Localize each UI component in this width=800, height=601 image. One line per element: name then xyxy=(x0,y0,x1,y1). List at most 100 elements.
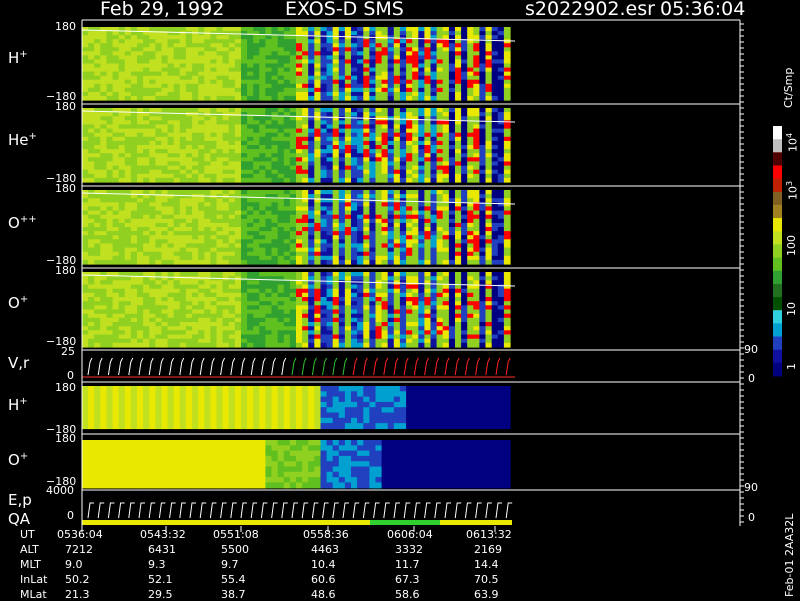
spectrogram-cell xyxy=(241,31,248,36)
spectrogram-cell xyxy=(100,259,107,265)
spectrogram-cell xyxy=(100,165,107,171)
spectrogram-cell xyxy=(124,297,132,302)
spectrogram-cell xyxy=(296,149,303,154)
spectrogram-cell xyxy=(88,231,95,236)
spectrogram-cell xyxy=(424,157,432,162)
spectrogram-cell xyxy=(344,322,352,327)
spectrogram-cell xyxy=(357,210,364,216)
spectrogram-cell xyxy=(137,251,144,257)
spectrogram-cell xyxy=(259,222,266,228)
spectrogram-cell xyxy=(455,206,462,212)
spectrogram-cell xyxy=(155,288,163,294)
spectrogram-cell xyxy=(149,222,156,228)
spectrogram-cell xyxy=(406,202,413,207)
spectrogram-cell xyxy=(289,128,297,134)
spectrogram-cell xyxy=(259,43,266,48)
spectrogram-cell xyxy=(296,108,303,113)
spectrogram-cell xyxy=(406,276,413,281)
spectrogram-cell xyxy=(485,313,493,319)
spectrogram-cell xyxy=(198,43,205,48)
spectrogram-cell xyxy=(455,222,462,228)
spectrogram-cell xyxy=(179,222,187,228)
spectrogram-cell xyxy=(253,43,260,48)
spectrogram-cell xyxy=(326,43,334,48)
spectrogram-cell xyxy=(143,47,150,52)
spectrogram-cell xyxy=(161,292,169,298)
spectrogram-cell xyxy=(185,239,193,244)
spectrogram-cell xyxy=(473,27,480,32)
spectrogram-cell xyxy=(210,301,218,306)
spectrogram-cell xyxy=(210,161,218,167)
spectrogram-cell xyxy=(320,63,328,69)
spectrogram-cell xyxy=(375,51,383,56)
spectrogram-cell xyxy=(259,140,266,146)
spectrogram-cell xyxy=(179,227,187,232)
spectrogram-cell xyxy=(314,59,321,65)
spectrogram-cell xyxy=(185,55,193,61)
spectrogram-cell xyxy=(485,235,493,240)
spectrogram-cell xyxy=(277,108,285,113)
spectrogram-cell xyxy=(497,247,505,253)
spectrogram-cell xyxy=(412,214,419,220)
spectrogram-cell xyxy=(491,206,499,212)
spectrogram-cell xyxy=(118,63,126,69)
spectrogram-cell xyxy=(503,161,511,167)
spectrogram-cell xyxy=(100,79,107,85)
spectrogram-cell xyxy=(283,47,291,52)
spectrogram-cell xyxy=(265,177,273,183)
spectrogram-cell xyxy=(137,91,144,97)
spectrogram-cell xyxy=(503,91,511,97)
spectrogram-cell xyxy=(289,202,297,207)
spectrogram-cell xyxy=(185,75,193,81)
spectrogram-cell xyxy=(418,251,425,257)
spectrogram-cell xyxy=(344,153,352,158)
spectrogram-cell xyxy=(259,83,266,89)
spectrogram-cell xyxy=(210,251,218,257)
spectrogram-cell xyxy=(283,243,291,249)
spectrogram-cell xyxy=(296,305,303,311)
spectrogram-cell xyxy=(375,39,383,44)
spectrogram-cell xyxy=(326,342,334,348)
spectrogram-cell xyxy=(406,177,413,183)
spectrogram-cell xyxy=(363,214,370,220)
spectrogram-cell xyxy=(448,330,456,336)
spectrogram-cell xyxy=(283,206,291,212)
spectrogram-cell xyxy=(137,214,144,220)
spectrogram-cell xyxy=(302,313,309,319)
spectrogram-cell xyxy=(399,342,407,348)
spectrogram-cell xyxy=(106,55,114,61)
spectrogram-cell xyxy=(216,161,224,167)
spectrogram-cell xyxy=(418,91,425,97)
spectrogram-cell xyxy=(94,251,101,257)
spectrogram-cell xyxy=(241,313,248,319)
spectrogram-cell xyxy=(247,272,254,277)
spectrogram-cell xyxy=(351,338,358,344)
spectrogram-cell xyxy=(173,222,181,228)
spectrogram-cell xyxy=(94,165,101,171)
spectrogram-cell xyxy=(210,108,218,113)
spectrogram-cell xyxy=(88,198,95,203)
spectrogram-cell xyxy=(461,124,468,130)
spectrogram-cell xyxy=(424,272,432,277)
spectrogram-cell xyxy=(143,39,150,44)
spectrogram-cell xyxy=(88,67,95,73)
spectrogram-cell xyxy=(461,272,468,277)
spectrogram-cell xyxy=(302,305,309,311)
spectrogram-cell xyxy=(412,272,419,277)
spectrogram-cell xyxy=(344,39,352,44)
spectrogram-cell xyxy=(393,120,401,125)
spectrogram-cell xyxy=(332,276,340,281)
spectrogram-cell xyxy=(338,272,346,277)
spectrogram-cell xyxy=(124,75,132,81)
spectrogram-cell xyxy=(192,288,199,294)
spectrogram-cell xyxy=(88,243,95,249)
spectrogram-cell xyxy=(399,55,407,61)
spectrogram-cell xyxy=(210,169,218,175)
spectrogram-cell xyxy=(143,169,150,175)
spectrogram-cell xyxy=(326,63,334,69)
spectrogram-cell xyxy=(82,87,89,93)
spectrogram-cell xyxy=(375,63,383,69)
spectrogram-cell xyxy=(130,239,138,244)
spectrogram-cell xyxy=(436,27,444,32)
spectrogram-cell xyxy=(302,59,309,65)
